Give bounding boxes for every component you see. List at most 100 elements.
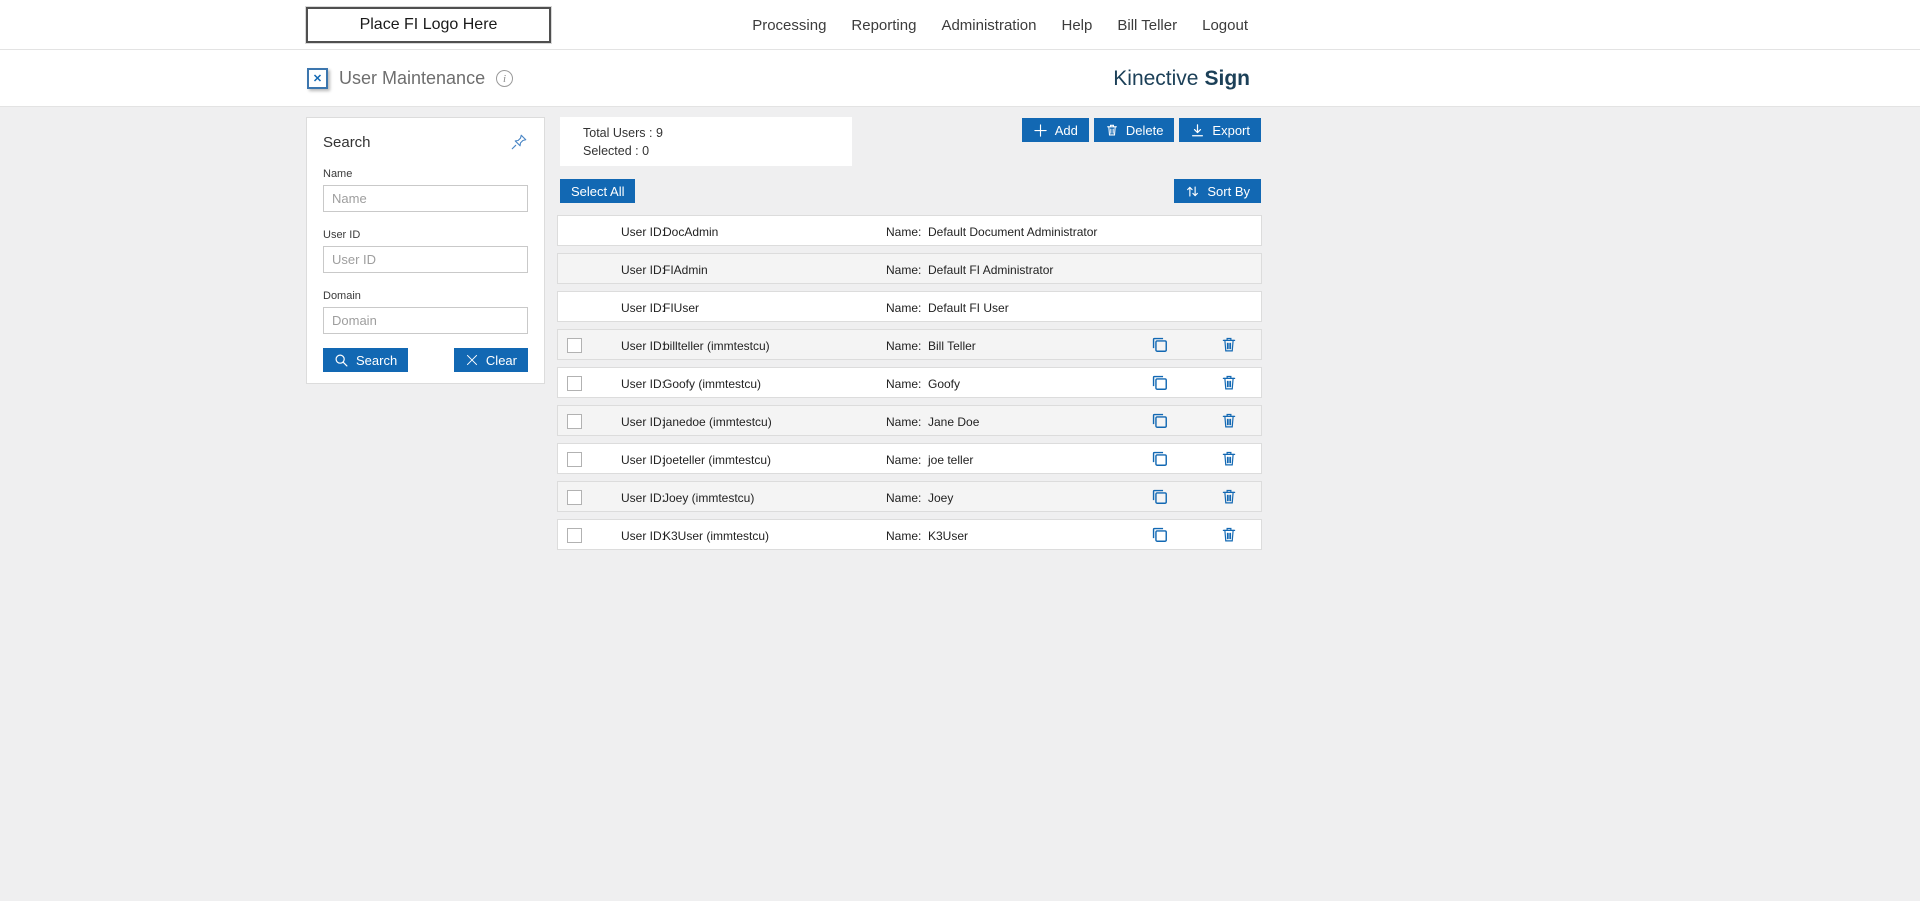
export-button-label: Export — [1212, 122, 1250, 138]
add-button-label: Add — [1054, 122, 1078, 138]
copy-user-icon[interactable] — [1150, 335, 1169, 354]
nav-item-processing[interactable]: Processing — [752, 17, 826, 34]
row-checkbox[interactable] — [567, 338, 582, 353]
name-label: Name: — [886, 415, 922, 429]
select-all-label: Select All — [571, 183, 625, 199]
table-row: User ID: janedoe (immtestcu) Name: Jane … — [557, 405, 1262, 436]
top-bar: Place FI Logo Here Processing Reporting … — [0, 0, 1920, 50]
userid-input[interactable] — [323, 246, 528, 273]
search-button[interactable]: Search — [323, 348, 409, 372]
table-row: User ID: joeteller (immtestcu) Name: joe… — [557, 443, 1262, 474]
total-users-value: 9 — [655, 126, 663, 140]
nav-item-user[interactable]: Bill Teller — [1117, 17, 1177, 34]
fi-logo-label: Place FI Logo Here — [359, 16, 498, 33]
top-navigation: Processing Reporting Administration Help… — [752, 0, 1248, 50]
delete-user-icon[interactable] — [1220, 449, 1238, 468]
delete-button-label: Delete — [1125, 122, 1164, 138]
selected-value: 0 — [642, 144, 650, 158]
domain-input[interactable] — [323, 307, 528, 334]
name-value: Bill Teller — [928, 339, 976, 353]
nav-item-logout[interactable]: Logout — [1202, 17, 1248, 34]
delete-user-icon[interactable] — [1220, 373, 1238, 392]
search-panel-title: Search — [323, 133, 371, 151]
selected-line: Selected : 0 — [583, 142, 852, 160]
userid-value: joeteller (immtestcu) — [663, 453, 772, 467]
copy-user-icon[interactable] — [1150, 487, 1169, 506]
select-all-button[interactable]: Select All — [560, 179, 636, 203]
name-value: Default FI User — [928, 301, 1009, 315]
delete-button[interactable]: Delete — [1093, 118, 1175, 142]
userid-value: FIUser — [663, 301, 699, 315]
delete-user-icon[interactable] — [1220, 525, 1238, 544]
selected-label: Selected : — [583, 144, 639, 158]
nav-item-reporting[interactable]: Reporting — [851, 17, 916, 34]
search-button-label: Search — [356, 352, 398, 368]
userid-field-label: User ID — [323, 229, 361, 241]
name-value: Jane Doe — [928, 415, 980, 429]
name-label: Name: — [886, 263, 922, 277]
copy-user-icon[interactable] — [1150, 373, 1169, 392]
user-list: User ID: DocAdmin Name: Default Document… — [557, 215, 1262, 557]
user-maintenance-icon: ✕ — [307, 68, 328, 89]
header-left: ✕ User Maintenance i — [307, 50, 514, 107]
delete-user-icon[interactable] — [1220, 487, 1238, 506]
domain-field-label: Domain — [323, 290, 361, 302]
brand-second: Sign — [1204, 66, 1251, 90]
action-bar: Add Delete Export — [1021, 118, 1261, 142]
search-icon — [334, 353, 349, 368]
name-label: Name: — [886, 529, 922, 543]
name-label: Name: — [886, 301, 922, 315]
copy-user-icon[interactable] — [1150, 525, 1169, 544]
userid-label: User ID: — [621, 415, 666, 429]
search-button-row: Search Clear — [323, 348, 528, 372]
page-title: User Maintenance — [339, 68, 486, 88]
page-header: ✕ User Maintenance i Kinective Sign — [0, 50, 1920, 107]
name-label: Name: — [886, 453, 922, 467]
name-input[interactable] — [323, 185, 528, 212]
userid-label: User ID: — [621, 263, 666, 277]
table-row: User ID: K3User (immtestcu) Name: K3User — [557, 519, 1262, 550]
fi-logo-placeholder[interactable]: Place FI Logo Here — [305, 6, 552, 44]
table-row: User ID: DocAdmin Name: Default Document… — [557, 215, 1262, 246]
userid-value: FIAdmin — [663, 263, 708, 277]
brand-first: Kinective — [1113, 66, 1199, 90]
userid-label: User ID: — [621, 377, 666, 391]
nav-item-help[interactable]: Help — [1062, 17, 1093, 34]
nav-item-administration[interactable]: Administration — [941, 17, 1036, 34]
pin-icon[interactable] — [510, 133, 528, 151]
name-value: Goofy — [928, 377, 961, 391]
copy-user-icon[interactable] — [1150, 411, 1169, 430]
search-panel: Search Name User ID Domain — [306, 117, 545, 384]
add-button[interactable]: Add — [1021, 118, 1089, 142]
userid-label: User ID: — [621, 453, 666, 467]
name-value: K3User — [928, 529, 969, 543]
clear-button[interactable]: Clear — [453, 348, 528, 372]
row-checkbox[interactable] — [567, 528, 582, 543]
copy-user-icon[interactable] — [1150, 449, 1169, 468]
search-panel-header: Search — [323, 133, 528, 151]
close-icon — [465, 353, 479, 367]
name-label: Name: — [886, 225, 922, 239]
main-area: Search Name User ID Domain — [0, 107, 1920, 901]
userid-value: Goofy (immtestcu) — [663, 377, 762, 391]
export-button[interactable]: Export — [1179, 118, 1261, 142]
userid-label: User ID: — [621, 225, 666, 239]
delete-user-icon[interactable] — [1220, 335, 1238, 354]
name-value: joe teller — [928, 453, 974, 467]
total-users-line: Total Users : 9 — [583, 124, 852, 142]
row-checkbox[interactable] — [567, 376, 582, 391]
name-value: Default Document Administrator — [928, 225, 1098, 239]
row-checkbox[interactable] — [567, 490, 582, 505]
info-icon[interactable]: i — [496, 70, 514, 87]
userid-value: Joey (immtestcu) — [663, 491, 755, 505]
row-checkbox[interactable] — [567, 452, 582, 467]
sort-by-button[interactable]: Sort By — [1174, 179, 1261, 203]
clear-button-label: Clear — [485, 352, 517, 368]
trash-icon — [1105, 123, 1119, 137]
name-label: Name: — [886, 377, 922, 391]
sort-by-label: Sort By — [1207, 183, 1250, 199]
userid-value: K3User (immtestcu) — [663, 529, 770, 543]
row-checkbox[interactable] — [567, 414, 582, 429]
delete-user-icon[interactable] — [1220, 411, 1238, 430]
sort-arrows-icon — [1185, 184, 1200, 199]
